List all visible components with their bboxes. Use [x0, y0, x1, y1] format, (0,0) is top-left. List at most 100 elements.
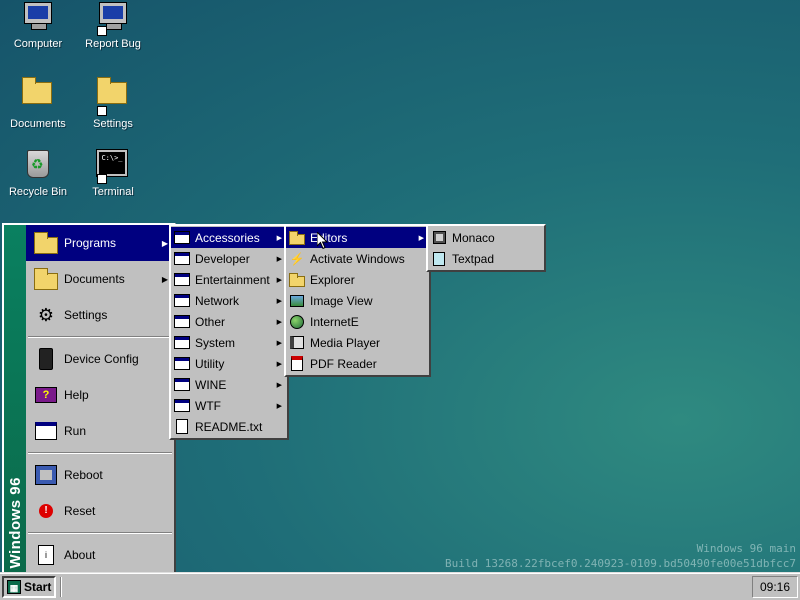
start-item-run[interactable]: Run — [26, 413, 174, 449]
start-item-label: Settings — [64, 308, 108, 322]
program-group-icon — [174, 251, 190, 267]
submenu-arrow-icon: ▶ — [276, 318, 282, 326]
documents-folder-icon — [34, 267, 58, 291]
programs-folder-icon — [34, 231, 58, 255]
programs-item-developer[interactable]: Developer ▶ — [171, 248, 287, 269]
submenu-arrow-icon: ▶ — [161, 238, 168, 248]
globe-icon — [289, 314, 305, 330]
desktop-icon-documents[interactable]: Documents — [0, 76, 76, 130]
menu-item-label: System — [195, 335, 236, 350]
programs-item-wtf[interactable]: WTF ▶ — [171, 395, 287, 416]
start-item-label: Reboot — [64, 468, 103, 482]
run-icon — [34, 419, 58, 443]
start-menu: Windows 96 Programs ▶ Documents ▶ ⚙ Sett… — [2, 223, 176, 575]
submenu-arrow-icon: ▶ — [161, 274, 168, 284]
menu-item-label: Entertainment — [195, 272, 270, 287]
menu-item-label: README.txt — [195, 419, 263, 434]
monaco-icon — [431, 230, 447, 246]
submenu-arrow-icon: ▶ — [418, 234, 424, 242]
programs-item-wine[interactable]: WINE ▶ — [171, 374, 287, 395]
reset-icon: ! — [34, 499, 58, 523]
taskbar: ▦ Start 09:16 — [0, 572, 800, 600]
desktop-icon-computer[interactable]: Computer — [0, 2, 76, 50]
menu-item-label: InternetE — [310, 314, 359, 329]
pdf-icon — [289, 356, 305, 372]
submenu-arrow-icon: ▶ — [276, 297, 282, 305]
submenu-arrow-icon: ▶ — [276, 381, 282, 389]
menu-item-label: Image View — [310, 293, 373, 308]
desktop-icon-label: Recycle Bin — [8, 186, 68, 198]
start-item-help[interactable]: ? Help — [26, 377, 174, 413]
accessories-item-activate-windows[interactable]: ⚡ Activate Windows — [286, 248, 429, 269]
editors-item-textpad[interactable]: Textpad — [428, 248, 544, 269]
image-view-icon — [289, 293, 305, 309]
media-player-icon — [289, 335, 305, 351]
start-menu-brand-bar: Windows 96 — [4, 225, 26, 573]
explorer-icon — [289, 272, 305, 288]
menu-item-label: Utility — [195, 356, 225, 371]
mouse-pointer-icon — [317, 232, 329, 250]
programs-item-other[interactable]: Other ▶ — [171, 311, 287, 332]
folder-icon — [22, 77, 54, 114]
accessories-item-image-view[interactable]: Image View — [286, 290, 429, 311]
system-clock[interactable]: 09:16 — [752, 576, 798, 598]
accessories-menu: Editors ▶ ⚡ Activate Windows Explorer Im… — [284, 224, 431, 377]
programs-item-entertainment[interactable]: Entertainment ▶ — [171, 269, 287, 290]
accessories-item-media-player[interactable]: Media Player — [286, 332, 429, 353]
desktop-icon-report-bug[interactable]: ↗ Report Bug — [75, 2, 151, 50]
menu-item-label: Media Player — [310, 335, 381, 350]
submenu-arrow-icon: ▶ — [276, 402, 282, 410]
computer-icon — [22, 2, 54, 34]
desktop-icon-terminal[interactable]: C:\>_ ↗ Terminal — [75, 149, 151, 198]
menu-item-label: Other — [195, 314, 226, 329]
start-item-label: Device Config — [64, 352, 139, 366]
activate-icon: ⚡ — [289, 251, 305, 266]
accessories-item-explorer[interactable]: Explorer — [286, 269, 429, 290]
device-icon — [34, 347, 58, 371]
start-item-reset[interactable]: ! Reset — [26, 493, 174, 529]
menu-item-label: WTF — [195, 398, 221, 413]
programs-menu: Accessories ▶ Developer ▶ Entertainment … — [169, 224, 289, 440]
program-group-icon — [174, 377, 190, 393]
start-button-label: Start — [24, 580, 52, 594]
start-item-documents[interactable]: Documents ▶ — [26, 261, 174, 297]
start-item-label: Run — [64, 424, 87, 438]
accessories-item-internete[interactable]: InternetE — [286, 311, 429, 332]
start-button[interactable]: ▦ Start — [2, 576, 56, 598]
accessories-item-pdf-reader[interactable]: PDF Reader — [286, 353, 429, 374]
start-item-about[interactable]: i About — [26, 537, 174, 573]
start-item-programs[interactable]: Programs ▶ — [26, 225, 174, 261]
submenu-arrow-icon: ▶ — [276, 255, 282, 263]
start-item-label: Help — [64, 388, 89, 402]
text-file-icon — [174, 419, 190, 435]
programs-item-utility[interactable]: Utility ▶ — [171, 353, 287, 374]
accessories-item-editors[interactable]: Editors ▶ — [286, 227, 429, 248]
submenu-arrow-icon: ▶ — [276, 339, 282, 347]
programs-item-readme[interactable]: README.txt — [171, 416, 287, 437]
start-item-reboot[interactable]: Reboot — [26, 457, 174, 493]
desktop-icon-settings[interactable]: ↗ Settings — [75, 76, 151, 130]
taskbar-separator — [60, 577, 62, 597]
programs-item-network[interactable]: Network ▶ — [171, 290, 287, 311]
desktop-icon-recycle-bin[interactable]: Recycle Bin — [0, 150, 76, 198]
start-item-label: About — [64, 548, 96, 562]
textpad-icon — [431, 251, 447, 267]
menu-item-label: PDF Reader — [310, 356, 377, 371]
program-group-icon — [174, 293, 190, 309]
menu-item-label: Activate Windows — [310, 251, 405, 266]
submenu-arrow-icon: ▶ — [276, 276, 282, 284]
start-item-device-config[interactable]: Device Config — [26, 341, 174, 377]
desktop-icon-label: Settings — [93, 118, 133, 130]
start-item-label: Programs — [64, 236, 117, 250]
programs-item-system[interactable]: System ▶ — [171, 332, 287, 353]
watermark-build: Build 13268.22fbcef0.240923-0109.bd50490… — [445, 557, 796, 570]
submenu-arrow-icon: ▶ — [276, 234, 282, 242]
build-watermark: Windows 96 main Build 13268.22fbcef0.240… — [445, 541, 796, 571]
brand-text: Windows 96 — [7, 477, 24, 569]
editors-item-monaco[interactable]: Monaco — [428, 227, 544, 248]
start-item-settings[interactable]: ⚙ Settings — [26, 297, 174, 333]
programs-item-accessories[interactable]: Accessories ▶ — [171, 227, 287, 248]
desktop-icon-label: Terminal — [92, 186, 134, 198]
desktop-icon-label: Computer — [13, 38, 63, 50]
program-group-icon — [174, 230, 190, 246]
